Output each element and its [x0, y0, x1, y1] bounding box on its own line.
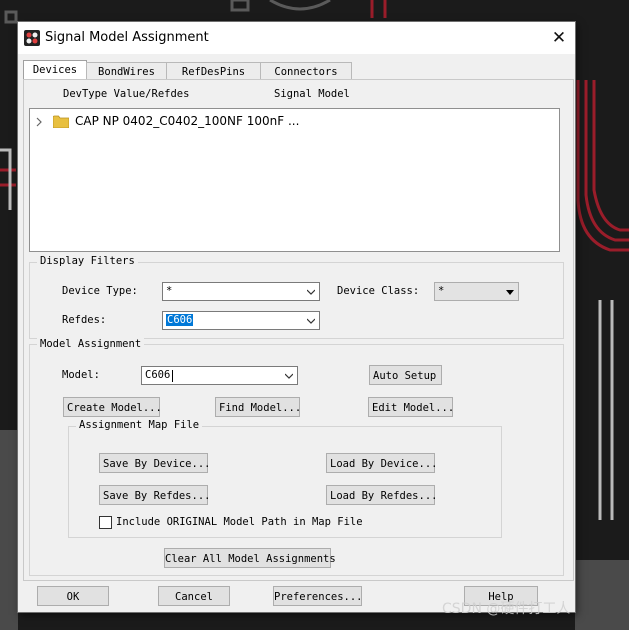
device-class-combo[interactable]: *	[434, 282, 519, 301]
cancel-button[interactable]: Cancel	[158, 586, 230, 606]
preferences-button[interactable]: Preferences...	[273, 586, 363, 606]
model-value[interactable]: C606	[145, 369, 170, 381]
device-type-value: *	[166, 285, 173, 297]
load-by-device-button[interactable]: Load By Device...	[326, 453, 437, 473]
model-label: Model:	[62, 369, 100, 381]
display-filters-title: Display Filters	[37, 255, 138, 267]
auto-setup-button[interactable]: Auto Setup	[369, 365, 442, 385]
clear-all-assignments-button[interactable]: Clear All Model Assignments	[164, 548, 336, 568]
load-by-refdes-button[interactable]: Load By Refdes...	[326, 485, 437, 505]
refdes-value: C606	[166, 314, 194, 326]
ok-button[interactable]: OK	[37, 586, 109, 606]
tab-devices[interactable]: Devices	[23, 60, 87, 81]
save-by-device-button[interactable]: Save By Device...	[99, 453, 210, 473]
tree-row-label: CAP NP 0402_C0402_100NF 100nF ...	[75, 114, 300, 128]
create-model-button[interactable]: Create Model...	[63, 397, 162, 417]
device-class-label: Device Class:	[337, 285, 420, 297]
assignment-map-file-title: Assignment Map File	[76, 419, 203, 431]
model-combo[interactable]: C606	[141, 366, 298, 385]
close-icon[interactable]: ✕	[543, 22, 575, 54]
find-model-button[interactable]: Find Model...	[215, 397, 301, 417]
device-type-label: Device Type:	[62, 285, 138, 297]
folder-icon	[53, 115, 69, 128]
edit-model-button[interactable]: Edit Model...	[368, 397, 454, 417]
refdes-label: Refdes:	[62, 314, 107, 326]
app-icon	[24, 30, 40, 46]
column-header-signal-model: Signal Model	[274, 88, 350, 100]
device-tree-list[interactable]: CAP NP 0402_C0402_100NF 100nF ...	[29, 108, 560, 252]
tree-row[interactable]: CAP NP 0402_C0402_100NF 100nF ...	[30, 113, 430, 131]
chevron-down-icon[interactable]	[307, 317, 315, 325]
model-assignment-title: Model Assignment	[37, 338, 145, 350]
title-bar: Signal Model Assignment ✕	[18, 22, 575, 54]
device-class-value: *	[438, 285, 445, 297]
column-header-devtype: DevType Value/Refdes	[63, 88, 190, 100]
device-type-combo[interactable]: *	[162, 282, 320, 301]
text-cursor	[172, 370, 173, 382]
include-original-path-checkbox[interactable]	[99, 516, 112, 529]
chevron-down-icon[interactable]	[307, 288, 315, 296]
chevron-right-icon[interactable]	[36, 117, 42, 127]
refdes-combo[interactable]: C606	[162, 311, 320, 330]
include-original-path-label: Include ORIGINAL Model Path in Map File	[116, 516, 363, 528]
chevron-down-icon[interactable]	[285, 372, 293, 380]
dropdown-arrow-icon[interactable]	[506, 288, 514, 296]
save-by-refdes-button[interactable]: Save By Refdes...	[99, 485, 210, 505]
signal-model-assignment-dialog: Signal Model Assignment ✕ Devices BondWi…	[18, 22, 575, 612]
watermark-text: CSDN @硬件打工人	[442, 601, 571, 617]
window-title: Signal Model Assignment	[45, 30, 209, 45]
